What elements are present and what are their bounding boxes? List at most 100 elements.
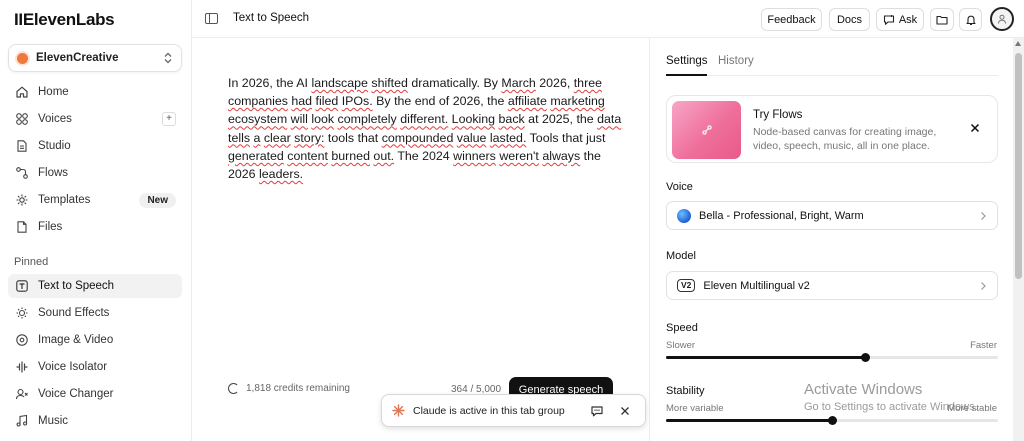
elevenlabs-logo[interactable]: IIElevenLabs (14, 10, 115, 30)
sidebar-item-voice-changer[interactable]: Voice Changer (8, 382, 182, 406)
file-icon (14, 219, 30, 235)
sidebar-item-music[interactable]: Music (8, 409, 182, 433)
sidebar-item-home[interactable]: Home (8, 80, 182, 104)
add-voice-button[interactable]: + (162, 112, 176, 126)
misspelled-word: back (498, 112, 525, 127)
chat-icon[interactable] (587, 401, 607, 421)
scroll-up-arrow-icon[interactable] (1015, 41, 1021, 46)
misspelled-word: always (542, 148, 581, 163)
voices-icon (14, 111, 30, 127)
feedback-button[interactable]: Feedback (761, 8, 822, 31)
voice-changer-icon (14, 386, 30, 402)
user-icon (996, 13, 1008, 25)
tab-divider (666, 75, 998, 76)
sidebar-item-flows[interactable]: Flows (8, 161, 182, 185)
claude-tab-group-toast: Claude is active in this tab group (381, 394, 646, 427)
stability-slider-fill (666, 419, 832, 422)
misspelled-word: value (456, 130, 487, 145)
top-bar: Text to Speech Feedback Docs Ask (192, 0, 1024, 38)
flows-card-description: Node-based canvas for creating image, vi… (753, 126, 937, 152)
sidebar-item-voice-isolator[interactable]: Voice Isolator (8, 355, 182, 379)
sidebar-item-templates[interactable]: Templates New (8, 188, 182, 212)
claude-toast-text: Claude is active in this tab group (413, 404, 565, 417)
sidebar-item-files[interactable]: Files (8, 215, 182, 239)
sidebar-item-text-to-speech[interactable]: Text to Speech (8, 274, 182, 298)
misspelled-word: March (501, 76, 536, 90)
credits-indicator: 1,818 credits remaining (228, 383, 350, 394)
misspelled-word: had (291, 94, 313, 109)
new-badge: New (139, 192, 176, 208)
misspelled-word: data (597, 112, 622, 127)
sidebar-item-label: Image & Video (38, 334, 114, 346)
sidebar-item-label: Text to Speech (38, 280, 115, 292)
misspelled-word: affiliate (507, 94, 547, 109)
tab-settings[interactable]: Settings (666, 55, 708, 67)
feedback-label: Feedback (767, 13, 816, 26)
stability-slider-handle[interactable] (827, 416, 837, 425)
misspelled-word: look (311, 112, 335, 127)
stability-min-label: More variable (666, 403, 724, 414)
speed-slider-handle[interactable] (860, 353, 870, 362)
voice-label: Voice (666, 181, 693, 193)
chevron-right-icon (979, 281, 987, 291)
ask-button[interactable]: Ask (876, 8, 924, 31)
speed-slider[interactable] (666, 353, 998, 362)
misspelled-word: landscape (311, 76, 368, 90)
workspace-dot-icon (17, 52, 28, 64)
close-icon[interactable] (615, 401, 635, 421)
misspelled-word: generated (228, 148, 284, 163)
script-text-content: In 2026, the AI landscape shifted dramat… (228, 76, 622, 182)
chevron-right-icon (979, 211, 987, 221)
misspelled-word: weren't (499, 148, 539, 163)
sidebar-item-label: Flows (38, 167, 69, 179)
scrollbar-thumb[interactable] (1015, 53, 1022, 279)
docs-button[interactable]: Docs (829, 8, 870, 31)
flows-card-title: Try Flows (753, 109, 803, 121)
model-value: Eleven Multilingual v2 (703, 279, 810, 292)
bell-icon (965, 14, 977, 26)
misspelled-word: Looking (451, 112, 496, 127)
tab-history[interactable]: History (718, 55, 754, 67)
voice-isolator-icon (14, 359, 30, 375)
sidebar-item-voices[interactable]: Voices + (8, 107, 182, 131)
workspace-switcher[interactable]: ElevenCreative (8, 44, 182, 72)
try-flows-card[interactable]: Try Flows Node-based canvas for creating… (666, 95, 998, 163)
model-label: Model (666, 250, 696, 262)
sidebar-item-label: Studio (38, 140, 71, 152)
script-text[interactable]: In 2026, the AI landscape shifted dramat… (228, 74, 623, 183)
user-avatar[interactable] (990, 7, 1014, 31)
misspelled-word: shifted (371, 76, 408, 90)
sidebar-item-label: Sound Effects (38, 307, 110, 319)
voice-select[interactable]: Bella - Professional, Bright, Warm (666, 201, 998, 230)
model-select[interactable]: V2 Eleven Multilingual v2 (666, 271, 998, 300)
sidebar-item-image-video[interactable]: Image & Video (8, 328, 182, 352)
sidebar-item-studio[interactable]: Studio (8, 134, 182, 158)
model-version-badge: V2 (677, 279, 696, 292)
activate-windows-title: Activate Windows (804, 381, 923, 398)
sidebar-item-sound-effects[interactable]: Sound Effects (8, 301, 182, 325)
credits-ring-icon (228, 383, 239, 394)
voice-value: Bella - Professional, Bright, Warm (699, 209, 864, 222)
notifications-button[interactable] (959, 8, 982, 31)
text-editor[interactable]: In 2026, the AI landscape shifted dramat… (192, 38, 649, 441)
close-icon[interactable] (968, 121, 982, 135)
misspelled-word: leaders. (259, 167, 304, 182)
credits-remaining: 1,818 credits remaining (246, 383, 350, 394)
sidebar-item-label: Music (38, 415, 69, 427)
tab-active-indicator (666, 74, 707, 76)
misspelled-word: winners (453, 148, 496, 163)
sidebar-item-label: Voice Isolator (38, 361, 108, 373)
speed-max-label: Faster (970, 340, 997, 351)
misspelled-word: compounded (381, 130, 454, 145)
misspelled-word: three (573, 76, 602, 90)
sidebar-item-label: Templates (38, 194, 91, 206)
misspelled-word: content (287, 148, 328, 163)
sidebar-toggle-icon[interactable] (205, 13, 218, 24)
sound-effects-icon (14, 305, 30, 321)
folder-button[interactable] (930, 8, 954, 31)
settings-scrollbar[interactable] (1013, 38, 1024, 441)
misspelled-word: ecosystem (228, 112, 288, 127)
misspelled-word: will (290, 112, 308, 127)
pinned-heading: Pinned (14, 256, 49, 268)
stability-slider[interactable] (666, 416, 998, 425)
